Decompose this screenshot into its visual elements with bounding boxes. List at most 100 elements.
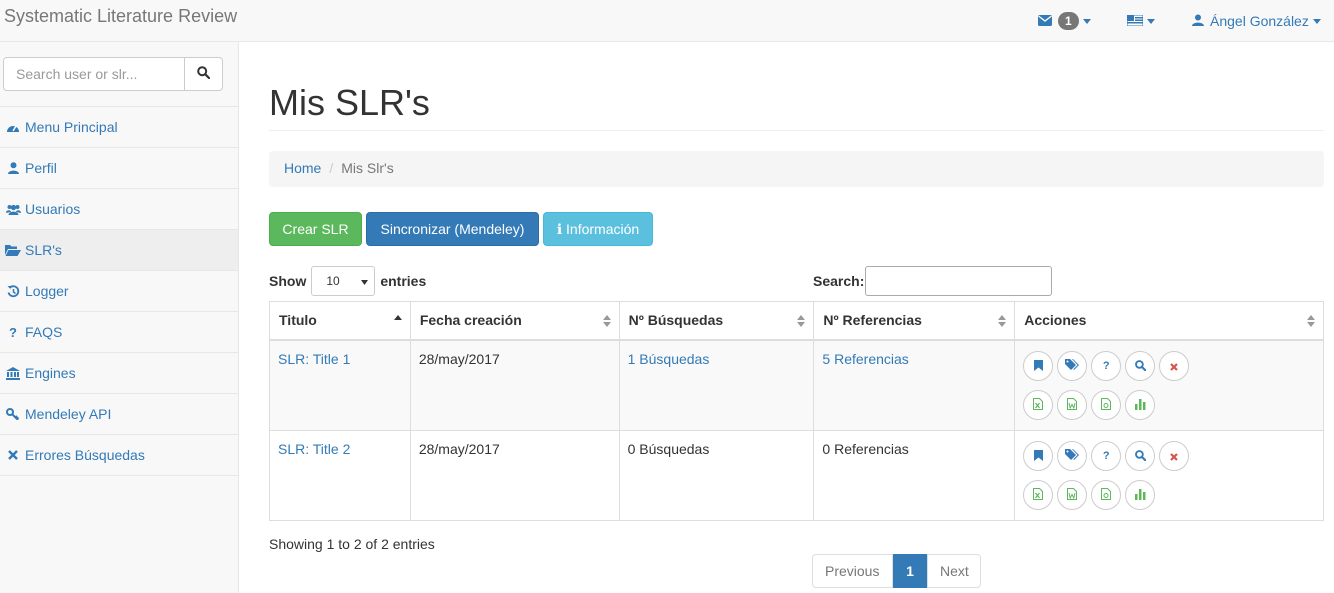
file-word-icon (1067, 487, 1078, 503)
sidebar-item-label: Logger (25, 283, 69, 299)
column-header-fecha[interactable]: Fecha creación (409, 301, 620, 341)
folder-open-icon (5, 244, 21, 256)
stats-button[interactable] (1125, 479, 1156, 510)
sidebar-item-mendeley-api[interactable]: Mendeley API (0, 394, 238, 435)
info-button[interactable]: ℹ Información (543, 212, 653, 246)
user-icon (1192, 13, 1204, 29)
user-dropdown[interactable]: Ángel González (1192, 0, 1321, 42)
export-excel-button[interactable] (1023, 479, 1054, 510)
entries-select[interactable]: 10 (311, 266, 376, 296)
slr-title-link[interactable]: SLR: Title 1 (278, 351, 350, 367)
history-icon (5, 284, 21, 298)
table-search-input[interactable] (865, 266, 1053, 296)
tags-button[interactable] (1057, 350, 1088, 381)
file-pdf-icon (1101, 397, 1112, 413)
bar-chart-icon (1134, 487, 1146, 503)
chevron-down-icon (1082, 18, 1091, 24)
search-action-button[interactable] (1125, 440, 1156, 471)
search-input[interactable] (3, 57, 185, 91)
sidebar-item-logger[interactable]: Logger (0, 271, 238, 312)
column-header-busquedas[interactable]: Nº Búsquedas (618, 301, 815, 341)
sidebar-item-usuarios[interactable]: Usuarios (0, 189, 238, 230)
sidebar-item-label: FAQS (25, 324, 63, 340)
app-title[interactable]: Systematic Literature Review (4, 6, 237, 27)
stats-button[interactable] (1125, 389, 1156, 420)
search-button[interactable] (185, 57, 223, 91)
sidebar-item-slrs[interactable]: SLR's (0, 230, 238, 271)
table-search: Search: (813, 266, 1053, 296)
table-header-row: Titulo Fecha creación Nº Búsquedas Nº Re… (269, 301, 1324, 341)
search-icon (1134, 448, 1146, 464)
column-header-acciones[interactable]: Acciones (1014, 301, 1324, 341)
table-row: SLR: Title 1 28/may/2017 1 Búsquedas 5 R… (269, 339, 1324, 431)
bookmark-button[interactable] (1023, 350, 1054, 381)
action-buttons: Crear SLR Sincronizar (Mendeley) ℹ Infor… (269, 212, 653, 246)
tags-button[interactable] (1057, 440, 1088, 471)
export-word-button[interactable] (1057, 479, 1088, 510)
sync-mendeley-button[interactable]: Sincronizar (Mendeley) (366, 212, 539, 246)
help-button[interactable]: ? (1091, 350, 1122, 381)
flag-icon (1126, 13, 1144, 29)
users-icon (5, 204, 21, 215)
column-header-referencias[interactable]: Nº Referencias (813, 301, 1016, 341)
create-slr-button[interactable]: Crear SLR (269, 212, 362, 246)
user-icon (5, 162, 21, 174)
breadcrumb-home-link[interactable]: Home (284, 160, 321, 176)
bank-icon (5, 366, 21, 380)
breadcrumb-current: Mis Slr's (341, 160, 394, 176)
creation-date: 28/may/2017 (409, 429, 620, 521)
sidebar-item-label: Errores Búsquedas (25, 447, 145, 463)
slr-table: Titulo Fecha creación Nº Búsquedas Nº Re… (269, 301, 1324, 521)
pagination: Previous 1 Next (812, 554, 981, 588)
sidebar-item-perfil[interactable]: Perfil (0, 148, 238, 189)
close-icon (1170, 448, 1178, 464)
column-header-titulo[interactable]: Titulo (269, 301, 411, 341)
delete-button[interactable] (1159, 440, 1190, 471)
export-pdf-button[interactable] (1091, 479, 1122, 510)
export-excel-button[interactable] (1023, 389, 1054, 420)
show-label: Show (269, 273, 307, 289)
messages-dropdown[interactable]: 1 (1038, 0, 1091, 42)
search-action-button[interactable] (1125, 350, 1156, 381)
bookmark-button[interactable] (1023, 440, 1054, 471)
file-excel-icon (1033, 397, 1044, 413)
table-row: SLR: Title 2 28/may/2017 0 Búsquedas 0 R… (269, 429, 1324, 521)
export-pdf-button[interactable] (1091, 389, 1122, 420)
export-word-button[interactable] (1057, 389, 1088, 420)
creation-date: 28/may/2017 (409, 339, 620, 431)
page-title: Mis SLR's (269, 82, 430, 123)
tags-icon (1065, 358, 1080, 374)
sidebar-item-menu-principal[interactable]: Menu Principal (0, 107, 238, 148)
bar-chart-icon (1134, 397, 1146, 413)
next-page-button[interactable]: Next (927, 554, 981, 588)
references-link[interactable]: 5 Referencias (822, 351, 908, 367)
bookmark-icon (1033, 448, 1043, 464)
sidebar-item-label: Mendeley API (25, 406, 112, 422)
user-name: Ángel González (1210, 13, 1309, 29)
searches-link[interactable]: 1 Búsquedas (628, 351, 710, 367)
search-label: Search: (813, 273, 865, 289)
sidebar-item-label: Menu Principal (25, 119, 118, 135)
entries-select-value: 10 (326, 274, 340, 288)
language-dropdown[interactable] (1126, 0, 1155, 42)
file-word-icon (1067, 397, 1078, 413)
page-1-button[interactable]: 1 (893, 554, 927, 588)
dashboard-icon (5, 122, 21, 133)
close-icon (1170, 358, 1178, 374)
help-button[interactable]: ? (1091, 440, 1122, 471)
sidebar-item-faqs[interactable]: ? FAQS (0, 312, 238, 353)
slr-title-link[interactable]: SLR: Title 2 (278, 441, 350, 457)
sidebar-item-label: SLR's (25, 242, 62, 258)
question-icon: ? (1102, 449, 1110, 462)
sidebar-item-engines[interactable]: Engines (0, 353, 238, 394)
tags-icon (1065, 448, 1080, 464)
sidebar-item-errores-busquedas[interactable]: Errores Búsquedas (0, 435, 238, 476)
sort-icon (998, 315, 1007, 327)
delete-button[interactable] (1159, 350, 1190, 381)
chevron-down-icon (361, 274, 369, 288)
question-icon: ? (9, 324, 17, 340)
previous-page-button[interactable]: Previous (812, 554, 893, 588)
times-icon (5, 450, 21, 460)
top-navbar: Systematic Literature Review 1 Ángel Gon… (0, 0, 1334, 42)
sort-icon (602, 315, 611, 327)
